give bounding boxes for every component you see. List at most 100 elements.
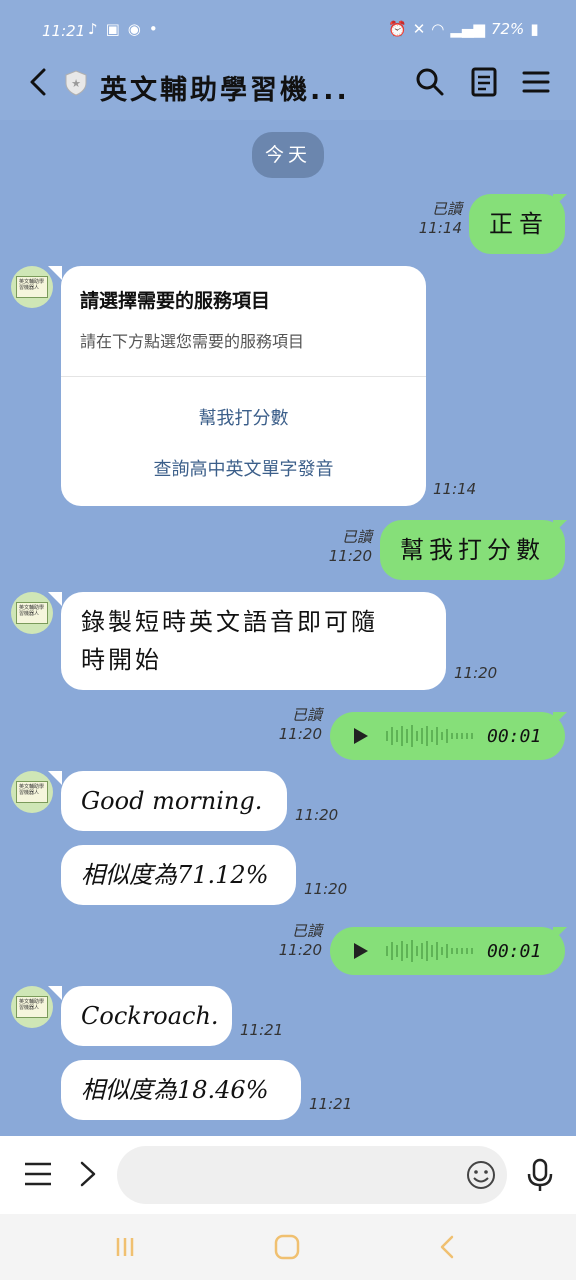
back-button[interactable] [22,64,58,100]
voice-message[interactable]: 00:01 [330,712,565,760]
mute-icon: ✕ [412,20,426,38]
read-receipt: 已讀 [291,706,322,724]
bot-avatar[interactable]: 英文輔助學習機器人 [11,986,53,1028]
recent-apps-button[interactable] [110,1232,140,1262]
message-time: 11:20 [278,725,322,743]
bot-avatar[interactable]: 英文輔助學習機器人 [11,771,53,813]
avatar-image: 英文輔助學習機器人 [16,602,48,624]
rich-menu-toggle-button[interactable] [20,1156,56,1192]
incoming-message[interactable]: 相似度為18.46% [61,1060,301,1120]
notification-icon: ♪ [88,20,98,38]
search-button[interactable] [412,64,448,100]
hamburger-menu-icon [25,1162,51,1186]
message-meta: 已讀 11:20 [272,920,322,959]
battery-level: 72% [490,20,525,38]
bubble-tail [553,520,567,534]
emoji-button[interactable] [464,1158,498,1192]
official-account-badge-icon: ★ [64,70,88,96]
search-icon [416,68,444,96]
message-time: 11:20 [295,806,339,824]
message-time: 11:14 [433,480,477,498]
back-icon [440,1235,454,1259]
emoji-icon [467,1161,495,1189]
alarm-icon: ⏰ [388,20,407,38]
voice-duration: 00:01 [487,940,542,962]
avatar-logo-text: 英文輔助學習機器人 [19,784,45,796]
bubble-tail [553,927,567,941]
avatar-logo-text: 英文輔助學習機器人 [19,279,45,291]
message-line: 錄製短時英文語音即可隨 [81,608,378,636]
recent-apps-icon [116,1238,134,1256]
expand-button[interactable] [70,1156,106,1192]
more-dot-icon: • [148,20,158,38]
bubble-tail [48,986,62,1000]
microphone-icon [527,1158,553,1191]
voice-record-button[interactable] [522,1156,558,1194]
waveform-icon [386,725,473,747]
home-button[interactable] [271,1231,303,1263]
chevron-right-icon [80,1161,96,1187]
bubble-tail [48,592,62,606]
read-receipt: 已讀 [341,528,372,546]
back-arrow-icon [30,68,46,96]
card-subtitle: 請在下方點選您需要的服務項目 [80,332,305,351]
message-time: 11:20 [454,664,498,682]
menu-button[interactable] [518,64,554,100]
message-time: 11:20 [328,547,372,565]
wifi-icon: ◠ [431,20,445,38]
incoming-message[interactable]: Good morning. [61,771,287,831]
avatar-image: 英文輔助學習機器人 [16,996,48,1018]
svg-text:★: ★ [71,77,81,90]
incoming-message[interactable]: 錄製短時英文語音即可隨 時開始 [61,592,446,690]
message-meta: 已讀 11:14 [412,198,462,237]
avatar-logo-text: 英文輔助學習機器人 [19,605,45,617]
service-menu-card: 請選擇需要的服務項目 請在下方點選您需要的服務項目 幫我打分數 查詢高中英文單字… [61,266,426,506]
chat-title: 英文輔助學習機... [100,75,350,106]
card-divider [61,376,426,377]
gallery-icon: ▣ [105,20,120,38]
outgoing-message[interactable]: 正音 [469,194,565,254]
date-separator: 今天 [252,132,324,178]
home-icon [274,1234,300,1260]
system-back-button[interactable] [432,1231,464,1263]
avatar-image: 英文輔助學習機器人 [16,781,48,803]
hamburger-menu-icon [522,71,550,93]
bubble-tail [553,194,567,208]
voice-message[interactable]: 00:01 [330,927,565,975]
status-left-icons: ♪ ▣ ◉ • [88,20,158,38]
message-line: 時開始 [81,646,162,674]
notes-button[interactable] [466,64,502,100]
notes-icon [471,67,497,97]
bot-avatar[interactable]: 英文輔助學習機器人 [11,266,53,308]
message-time: 11:21 [240,1021,284,1039]
incoming-message[interactable]: 相似度為71.12% [61,845,296,905]
outgoing-message[interactable]: 幫我打分數 [380,520,565,580]
score-me-button[interactable]: 幫我打分數 [61,404,426,430]
lookup-pronunciation-button[interactable]: 查詢高中英文單字發音 [61,455,426,481]
message-meta: 已讀 11:20 [322,526,372,565]
signal-icon: ▂▄▆ [450,20,485,38]
system-navigation-bar [0,1214,576,1280]
message-time: 11:21 [309,1095,353,1113]
status-time: 11:21 [42,22,86,40]
waveform-icon [386,940,473,962]
read-receipt: 已讀 [431,200,462,218]
message-input-bar [0,1136,576,1214]
bot-avatar[interactable]: 英文輔助學習機器人 [11,592,53,634]
status-right-icons: ⏰ ✕ ◠ ▂▄▆ 72% ▮ [388,20,539,38]
status-bar: 11:21 ♪ ▣ ◉ • ⏰ ✕ ◠ ▂▄▆ 72% ▮ [0,0,576,46]
play-icon[interactable] [354,943,368,959]
bubble-tail [48,771,62,785]
voice-duration: 00:01 [487,725,542,747]
card-title: 請選擇需要的服務項目 [80,290,271,312]
incoming-message[interactable]: Cockroach. [61,986,232,1046]
line-app-icon: ◉ [127,20,141,38]
message-meta: 已讀 11:20 [272,704,322,743]
message-time: 11:20 [278,941,322,959]
bubble-tail [48,266,62,280]
message-input[interactable] [117,1146,507,1204]
message-time: 11:20 [304,880,348,898]
avatar-logo-text: 英文輔助學習機器人 [19,999,45,1011]
play-icon[interactable] [354,728,368,744]
bubble-tail [553,712,567,726]
